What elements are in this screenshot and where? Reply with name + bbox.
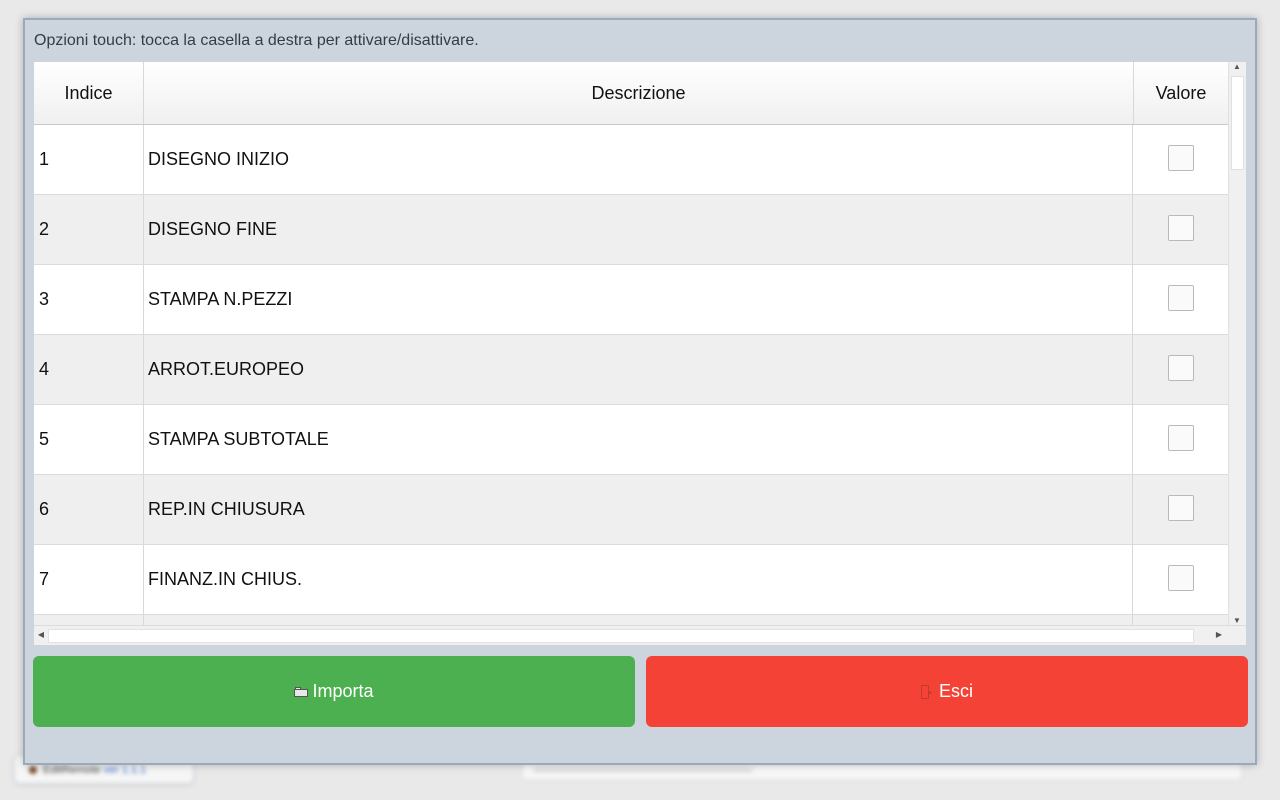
row-description: REP.IN CHIUSURA: [144, 475, 1133, 544]
horizontal-scroll-track[interactable]: [48, 629, 1194, 643]
option-checkbox[interactable]: [1168, 495, 1194, 521]
row-description: STAMPA N.PEZZI: [144, 265, 1133, 334]
row-index: 6: [34, 475, 144, 544]
option-checkbox[interactable]: [1168, 285, 1194, 311]
row-index: 5: [34, 405, 144, 474]
table-row: 4 ARROT.EUROPEO: [34, 335, 1228, 405]
row-value-cell: [1134, 125, 1228, 194]
options-grid: Indice Descrizione Valore 1 DISEGNO INIZI…: [34, 62, 1246, 645]
row-description: DISEGNO FINE: [144, 195, 1133, 264]
exit-button-label: Esci: [938, 681, 973, 701]
column-header-description[interactable]: Descrizione: [144, 62, 1134, 124]
table-row: 6 REP.IN CHIUSURA: [34, 475, 1228, 545]
table-row: 7 FINANZ.IN CHIUS.: [34, 545, 1228, 615]
app-name: EditRemote: [43, 764, 101, 776]
option-checkbox[interactable]: [1168, 215, 1194, 241]
app-logo-icon: [29, 766, 37, 775]
scroll-right-arrow-icon[interactable]: ▶: [1212, 630, 1226, 639]
import-button-label: Importa: [312, 681, 374, 701]
column-header-value[interactable]: Valore: [1134, 62, 1228, 124]
option-checkbox[interactable]: [1168, 565, 1194, 591]
row-index: 3: [34, 265, 144, 334]
option-checkbox[interactable]: [1168, 145, 1194, 171]
row-value-cell: [1134, 265, 1228, 334]
exit-icon: ▸: [920, 685, 935, 700]
row-description: FINANZ.IN CHIUS.: [144, 545, 1133, 614]
row-index: 1: [34, 125, 144, 194]
row-value-cell: [1134, 475, 1228, 544]
grid-rows: 1 DISEGNO INIZIO 2 DISEGNO FINE 3 STAMPA N.PE…: [34, 125, 1228, 627]
grid-header: Indice Descrizione Valore: [34, 62, 1228, 125]
app-version: ver 1.1.1: [103, 764, 147, 776]
vertical-scroll-thumb[interactable]: [1231, 76, 1244, 170]
table-row: 5 STAMPA SUBTOTALE: [34, 405, 1228, 475]
row-index: 7: [34, 545, 144, 614]
horizontal-scrollbar[interactable]: ◀ ▶: [34, 625, 1246, 645]
table-row: 2 DISEGNO FINE: [34, 195, 1228, 265]
exit-button[interactable]: ▸ Esci: [646, 656, 1248, 727]
table-row: 3 STAMPA N.PEZZI: [34, 265, 1228, 335]
row-value-cell: [1134, 545, 1228, 614]
table-row: 1 DISEGNO INIZIO: [34, 125, 1228, 195]
row-description: STAMPA SUBTOTALE: [144, 405, 1133, 474]
scroll-up-arrow-icon[interactable]: ▲: [1229, 62, 1245, 71]
option-checkbox[interactable]: [1168, 425, 1194, 451]
row-description: ARROT.EUROPEO: [144, 335, 1133, 404]
row-index: 2: [34, 195, 144, 264]
row-value-cell: [1134, 335, 1228, 404]
scroll-left-arrow-icon[interactable]: ◀: [34, 630, 48, 639]
dialog-title: Opzioni touch: tocca la casella a destra…: [34, 32, 479, 49]
row-description: DISEGNO INIZIO: [144, 125, 1133, 194]
row-value-cell: [1134, 195, 1228, 264]
row-value-cell: [1134, 405, 1228, 474]
option-checkbox[interactable]: [1168, 355, 1194, 381]
row-index: 4: [34, 335, 144, 404]
touch-options-dialog: Opzioni touch: tocca la casella a destra…: [23, 18, 1257, 765]
vertical-scrollbar[interactable]: ▲ ▼: [1228, 62, 1246, 625]
folder-icon: [294, 687, 309, 698]
scroll-down-arrow-icon[interactable]: ▼: [1229, 616, 1245, 625]
column-header-index[interactable]: Indice: [34, 62, 144, 124]
import-button[interactable]: Importa: [33, 656, 635, 727]
